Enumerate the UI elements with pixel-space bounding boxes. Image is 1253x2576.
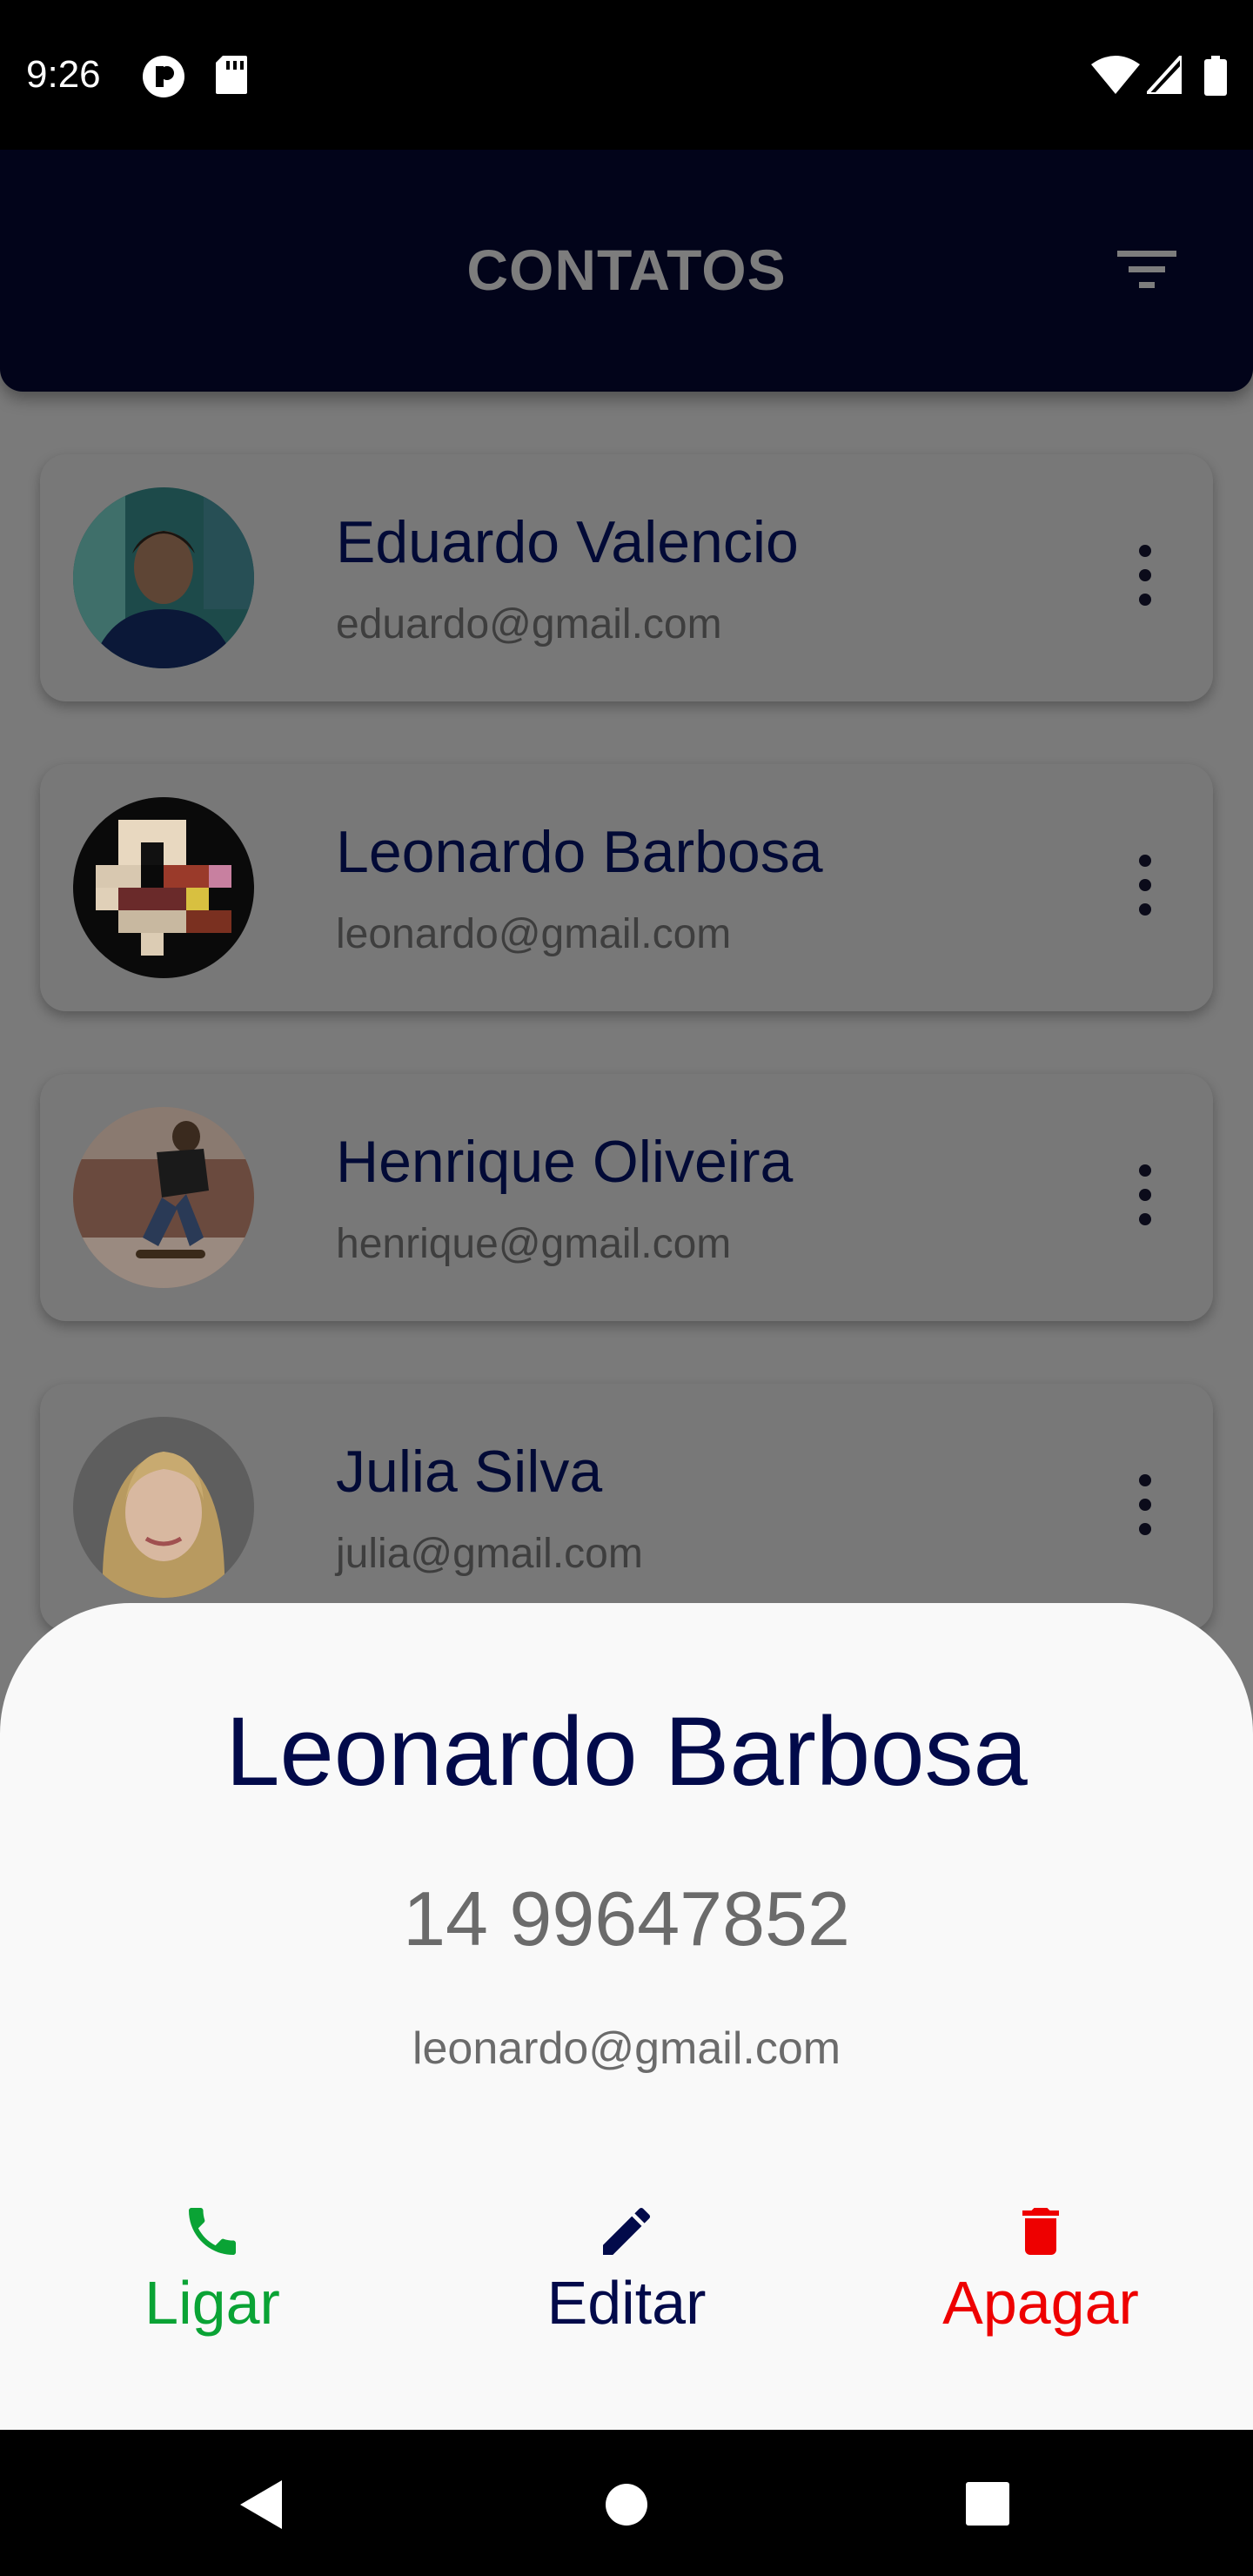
more-options-icon[interactable] [1133,545,1157,611]
notification-icon [143,56,184,97]
page-title: CONTATOS [466,238,787,302]
navigation-bar [0,2430,1253,2576]
edit-button[interactable]: Editar [496,2200,757,2338]
call-button[interactable]: Ligar [82,2200,343,2338]
contact-email: henrique@gmail.com [336,1221,732,1267]
sheet-contact-email: leonardo@gmail.com [412,2023,841,2074]
contact-name: Henrique Oliveira [336,1129,794,1195]
contact-card[interactable]: Julia Silva julia@gmail.com [40,1384,1213,1631]
contact-email: julia@gmail.com [336,1531,643,1577]
pencil-icon [603,2207,651,2255]
back-icon[interactable] [237,2479,285,2531]
contact-card[interactable]: Leonardo Barbosa leonardo@gmail.com [40,764,1213,1011]
contact-name: Eduardo Valencio [336,509,799,575]
home-icon[interactable] [604,2482,649,2527]
call-label: Ligar [144,2269,280,2337]
contact-name: Julia Silva [336,1439,603,1505]
recents-icon[interactable] [966,2482,1009,2526]
contact-name: Leonardo Barbosa [336,819,823,885]
contact-card[interactable]: Eduardo Valencio eduardo@gmail.com [40,454,1213,701]
avatar [73,797,254,978]
more-options-icon[interactable] [1133,855,1157,921]
avatar [73,1417,254,1598]
delete-label: Apagar [942,2269,1139,2337]
more-options-icon[interactable] [1133,1164,1157,1231]
contact-detail-sheet: Leonardo Barbosa 14 99647852 leonardo@gm… [0,1603,1253,2430]
battery-icon [1204,56,1227,96]
sheet-contact-phone: 14 99647852 [403,1875,850,1962]
contact-email: eduardo@gmail.com [336,601,722,647]
phone-icon [189,2208,236,2255]
edit-label: Editar [546,2269,707,2337]
wifi-icon [1091,56,1140,94]
signal-icon [1147,56,1182,94]
contact-email: leonardo@gmail.com [336,911,732,957]
avatar [73,1107,254,1288]
status-bar: 9:26 [0,0,1253,150]
trash-icon [1022,2208,1059,2255]
filter-icon[interactable] [1117,247,1176,292]
contact-card[interactable]: Henrique Oliveira henrique@gmail.com [40,1074,1213,1321]
status-time: 9:26 [26,53,101,96]
sd-card-icon [216,56,247,94]
delete-button[interactable]: Apagar [910,2200,1171,2338]
avatar [73,487,254,668]
sheet-contact-name: Leonardo Barbosa [225,1697,1028,1806]
app-bar: CONTATOS [0,150,1253,392]
more-options-icon[interactable] [1133,1474,1157,1540]
